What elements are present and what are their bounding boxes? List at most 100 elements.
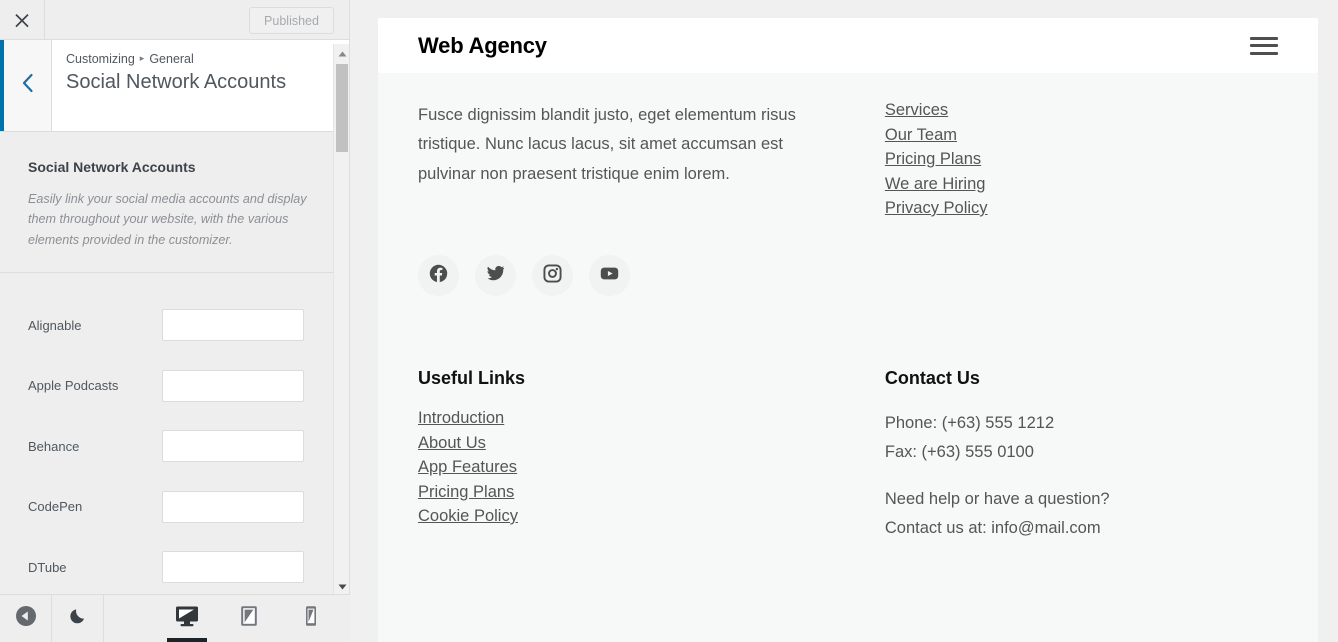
customizer-screen: Published Customizing ▸ General Social Net…: [0, 0, 1338, 642]
contact-fax: Fax: (+63) 555 0100: [884, 442, 1034, 461]
list-item: Cookie Policy: [418, 507, 885, 526]
device-mobile-button[interactable]: [291, 595, 331, 642]
nav-link-pricing-plans[interactable]: Pricing Plans: [885, 150, 981, 168]
section-description-block: Social Network Accounts Easily link your…: [0, 133, 349, 274]
field-row-alignable: Alignable: [28, 295, 327, 356]
nav-link-we-are-hiring[interactable]: We are Hiring: [885, 175, 986, 193]
useful-link-introduction[interactable]: Introduction: [418, 409, 504, 427]
useful-link-about-us[interactable]: About Us: [418, 434, 486, 452]
breadcrumb-separator-icon: ▸: [139, 53, 145, 63]
hamburger-menu-icon[interactable]: [1250, 35, 1278, 57]
field-row-codepen: CodePen: [28, 477, 327, 538]
close-customizer-button[interactable]: [0, 0, 45, 39]
section-description-text: Easily link your social media accounts a…: [28, 192, 307, 247]
useful-link-pricing-plans[interactable]: Pricing Plans: [418, 483, 514, 501]
social-icons-row: [418, 255, 885, 297]
useful-links-list: Introduction About Us App Features Prici…: [418, 409, 885, 526]
footer-top-row: Fusce dignissim blandit justo, eget elem…: [418, 101, 1278, 297]
field-row-apple-podcasts: Apple Podcasts: [28, 356, 327, 417]
site-footer-content: Fusce dignissim blandit justo, eget elem…: [378, 73, 1318, 642]
alignable-input[interactable]: [162, 309, 304, 342]
field-label: Alignable: [28, 317, 82, 333]
back-button[interactable]: [0, 40, 52, 131]
customizer-bottom-bar: [0, 594, 350, 642]
list-item: Introduction: [418, 409, 885, 428]
contact-spacer: [885, 467, 1278, 485]
mobile-icon: [303, 604, 319, 633]
nav-links-list: Services Our Team Pricing Plans We are H…: [885, 101, 1278, 218]
behance-input[interactable]: [162, 430, 304, 463]
list-item: Our Team: [885, 126, 1278, 145]
social-fields-list: Alignable Apple Podcasts Behance CodePen…: [0, 273, 349, 594]
nav-link-services[interactable]: Services: [885, 101, 948, 119]
dark-mode-toggle[interactable]: [52, 595, 104, 642]
desktop-icon: [174, 604, 200, 633]
list-item: Services: [885, 101, 1278, 120]
social-link-twitter[interactable]: [475, 255, 516, 297]
useful-link-app-features[interactable]: App Features: [418, 458, 517, 476]
social-link-facebook[interactable]: [418, 255, 459, 297]
social-link-youtube[interactable]: [589, 255, 630, 297]
field-label: CodePen: [28, 499, 83, 515]
list-item: We are Hiring: [885, 175, 1278, 194]
useful-link-cookie-policy[interactable]: Cookie Policy: [418, 507, 518, 525]
field-label: Apple Podcasts: [28, 378, 119, 394]
close-icon: [14, 12, 30, 28]
customizer-content: Social Network Accounts Easily link your…: [0, 133, 349, 594]
field-row-dtube: DTube: [28, 537, 327, 594]
useful-links-heading: Useful Links: [418, 368, 526, 389]
section-header-text: Customizing ▸ General Social Network Accou…: [52, 40, 349, 131]
tablet-icon: [238, 604, 260, 633]
sidebar-scrollbar[interactable]: [333, 44, 349, 594]
section-description-heading: Social Network Accounts: [28, 159, 196, 175]
twitter-icon: [486, 264, 505, 288]
about-paragraph: Fusce dignissim blandit justo, eget elem…: [418, 106, 796, 183]
contact-column: Contact Us Phone: (+63) 555 1212 Fax: (+…: [885, 368, 1278, 543]
list-item: App Features: [418, 458, 885, 477]
device-desktop-button[interactable]: [167, 595, 207, 642]
list-item: About Us: [418, 434, 885, 453]
footer-bottom-row: Useful Links Introduction About Us App F…: [418, 368, 1278, 543]
site-preview-frame[interactable]: Web Agency Fusce dignissim blandit justo…: [378, 18, 1318, 642]
collapse-sidebar-button[interactable]: [0, 595, 52, 642]
moon-icon: [68, 606, 88, 631]
burger-line-2: [1250, 44, 1278, 47]
scroll-up-button[interactable]: [334, 44, 350, 61]
list-item: Privacy Policy: [885, 199, 1278, 218]
caret-down-icon: [338, 577, 347, 595]
site-header: Web Agency: [378, 18, 1318, 73]
customizer-section-header: Customizing ▸ General Social Network Accou…: [0, 40, 349, 132]
nav-link-our-team[interactable]: Our Team: [885, 126, 957, 144]
collapse-left-icon: [15, 605, 37, 632]
field-label: Behance: [28, 438, 80, 454]
breadcrumb: Customizing ▸ General: [66, 52, 335, 66]
social-link-instagram[interactable]: [532, 255, 573, 297]
breadcrumb-section: General: [149, 52, 194, 66]
customizer-sidebar: Published Customizing ▸ General Social Net…: [0, 0, 350, 642]
breadcrumb-root: Customizing: [66, 52, 135, 66]
nav-link-privacy-policy[interactable]: Privacy Policy: [885, 199, 988, 217]
caret-up-icon: [338, 44, 347, 62]
customizer-topbar: Published: [0, 0, 349, 40]
chevron-left-icon: [21, 73, 34, 98]
site-title[interactable]: Web Agency: [418, 33, 547, 59]
publish-button[interactable]: Published: [249, 7, 334, 34]
instagram-icon: [543, 264, 562, 288]
facebook-icon: [429, 264, 448, 288]
apple-podcasts-input[interactable]: [162, 369, 304, 402]
nav-links-column: Services Our Team Pricing Plans We are H…: [885, 101, 1278, 296]
field-label: DTube: [28, 559, 67, 575]
useful-links-column: Useful Links Introduction About Us App F…: [418, 368, 885, 543]
burger-line-1: [1250, 36, 1278, 40]
device-tablet-button[interactable]: [229, 595, 269, 642]
contact-phone: Phone: (+63) 555 1212: [884, 414, 1055, 433]
scrollbar-thumb[interactable]: [336, 64, 348, 152]
scroll-down-button[interactable]: [334, 577, 350, 594]
burger-line-3: [1250, 51, 1278, 55]
list-item: Pricing Plans: [418, 483, 885, 502]
contact-question: Need help or have a question?: [884, 489, 1110, 508]
contact-heading: Contact Us: [884, 368, 980, 389]
codepen-input[interactable]: [162, 490, 304, 523]
dtube-input[interactable]: [162, 551, 304, 584]
field-row-behance: Behance: [28, 416, 327, 477]
